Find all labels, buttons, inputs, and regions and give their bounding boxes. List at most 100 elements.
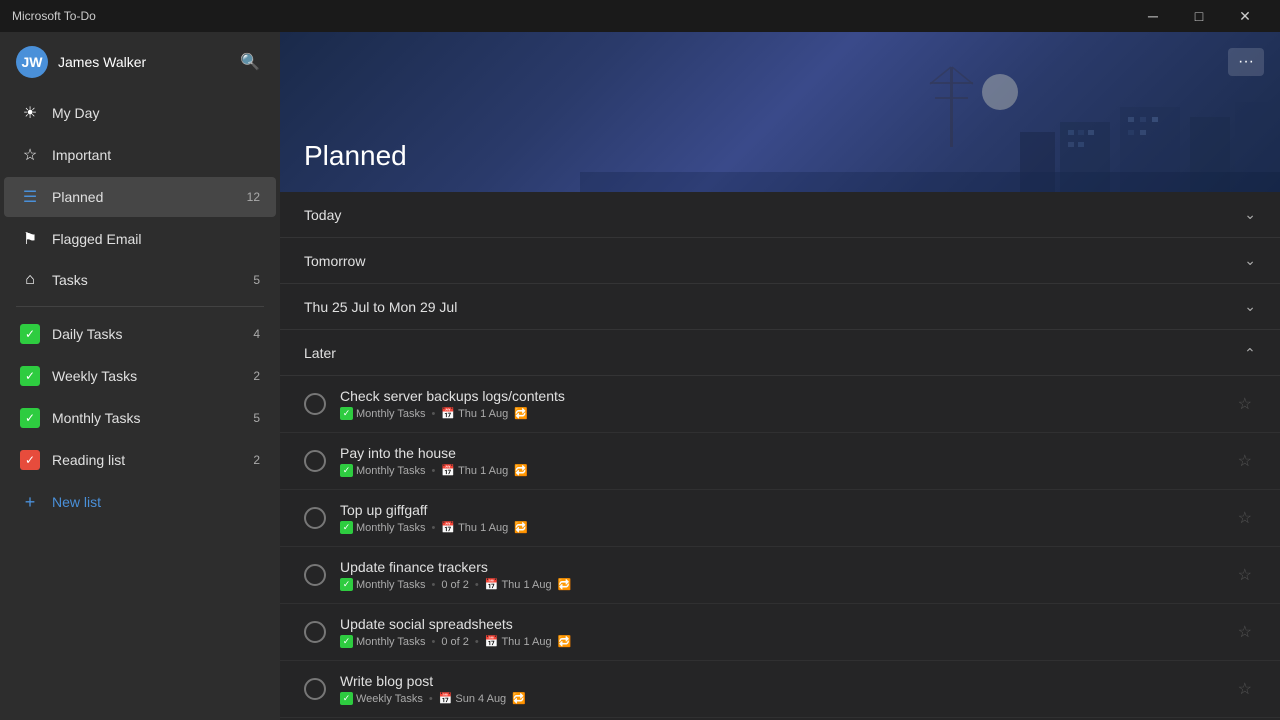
nav-label: Tasks <box>52 272 228 288</box>
star-button[interactable]: ☆ <box>1234 504 1256 532</box>
task-info: Pay into the house ✓ Monthly Tasks • 📅 T… <box>340 445 1220 477</box>
task-meta: ✓ Monthly Tasks • 0 of 2 • 📅 Thu 1 Aug 🔁 <box>340 578 1220 591</box>
section-tomorrow[interactable]: Tomorrow ⌄ <box>280 238 1280 284</box>
task-meta: ✓ Monthly Tasks • 📅 Thu 1 Aug 🔁 <box>340 464 1220 477</box>
date-text: Thu 1 Aug <box>501 579 551 591</box>
sidebar-item-flagged-email[interactable]: ⚑ Flagged Email <box>4 219 276 259</box>
meta-dot: • <box>475 579 479 591</box>
task-info: Check server backups logs/contents ✓ Mon… <box>340 388 1220 420</box>
sidebar-item-important[interactable]: ☆ Important <box>4 135 276 175</box>
task-title: Update social spreadsheets <box>340 616 1220 632</box>
app-body: JW James Walker 🔍 ☀ My Day ☆ Important ☰… <box>0 32 1280 720</box>
task-complete-circle[interactable] <box>304 450 326 472</box>
table-row[interactable]: Update social spreadsheets ✓ Monthly Tas… <box>280 604 1280 661</box>
task-list-name: Weekly Tasks <box>356 693 423 705</box>
task-list-tag: ✓ Weekly Tasks <box>340 692 423 705</box>
window-controls: ─ □ ✕ <box>1130 0 1268 32</box>
task-title: Check server backups logs/contents <box>340 388 1220 404</box>
date-text: Thu 1 Aug <box>458 408 508 420</box>
list-name: Monthly Tasks <box>52 410 241 426</box>
section-title-tomorrow: Tomorrow <box>304 253 1244 269</box>
task-complete-circle[interactable] <box>304 564 326 586</box>
list-check-icon: ✓ <box>340 464 353 477</box>
sidebar-item-my-day[interactable]: ☀ My Day <box>4 93 276 133</box>
table-row[interactable]: Top up giffgaff ✓ Monthly Tasks • 📅 Thu … <box>280 490 1280 547</box>
task-meta: ✓ Monthly Tasks • 📅 Thu 1 Aug 🔁 <box>340 407 1220 420</box>
task-date: 📅 Sun 4 Aug <box>439 692 506 705</box>
chevron-later-icon: ⌄ <box>1244 344 1256 361</box>
date-text: Thu 1 Aug <box>458 522 508 534</box>
divider <box>16 306 264 307</box>
star-button[interactable]: ☆ <box>1234 447 1256 475</box>
list-check-icon: ✓ <box>340 692 353 705</box>
calendar-icon: 📅 <box>485 578 499 591</box>
task-date: 📅 Thu 1 Aug <box>441 521 508 534</box>
task-date: 📅 Thu 1 Aug <box>485 578 552 591</box>
task-complete-circle[interactable] <box>304 621 326 643</box>
list-item-daily-tasks[interactable]: ✓ Daily Tasks 4 <box>4 314 276 354</box>
task-complete-circle[interactable] <box>304 507 326 529</box>
repeat-icon: 🔁 <box>512 692 526 705</box>
minimize-button[interactable]: ─ <box>1130 0 1176 32</box>
star-button[interactable]: ☆ <box>1234 675 1256 703</box>
task-title: Write blog post <box>340 673 1220 689</box>
calendar-icon: 📅 <box>485 635 499 648</box>
tasks-badge: 5 <box>240 273 260 287</box>
section-later[interactable]: Later ⌄ <box>280 330 1280 376</box>
avatar[interactable]: JW <box>16 46 48 78</box>
more-options-button[interactable]: ··· <box>1228 48 1264 76</box>
section-thu-mon[interactable]: Thu 25 Jul to Mon 29 Jul ⌄ <box>280 284 1280 330</box>
task-info: Top up giffgaff ✓ Monthly Tasks • 📅 Thu … <box>340 502 1220 534</box>
table-row[interactable]: Write blog post ✓ Weekly Tasks • 📅 Sun 4… <box>280 661 1280 718</box>
task-title: Update finance trackers <box>340 559 1220 575</box>
calendar-icon: 📅 <box>441 464 455 477</box>
list-item-monthly-tasks[interactable]: ✓ Monthly Tasks 5 <box>4 398 276 438</box>
star-button[interactable]: ☆ <box>1234 390 1256 418</box>
main-content: Planned ··· Today ⌄ Tomorrow ⌄ Thu 25 Ju… <box>280 32 1280 720</box>
list-item-weekly-tasks[interactable]: ✓ Weekly Tasks 2 <box>4 356 276 396</box>
list-item-reading-list[interactable]: ✓ Reading list 2 <box>4 440 276 480</box>
task-list-tag: ✓ Monthly Tasks <box>340 407 426 420</box>
sidebar: JW James Walker 🔍 ☀ My Day ☆ Important ☰… <box>0 32 280 720</box>
star-icon: ☆ <box>20 145 40 165</box>
task-complete-circle[interactable] <box>304 393 326 415</box>
sidebar-item-tasks[interactable]: ⌂ Tasks 5 <box>4 261 276 299</box>
list-name: Reading list <box>52 452 241 468</box>
task-date: 📅 Thu 1 Aug <box>441 407 508 420</box>
list-count: 4 <box>253 327 260 341</box>
list-count: 2 <box>253 453 260 467</box>
chevron-today-icon: ⌄ <box>1244 206 1256 223</box>
meta-dot: • <box>432 636 436 648</box>
titlebar: Microsoft To-Do ─ □ ✕ <box>0 0 1280 32</box>
meta-dot: • <box>429 693 433 705</box>
flag-icon: ⚑ <box>20 229 40 249</box>
task-info: Update finance trackers ✓ Monthly Tasks … <box>340 559 1220 591</box>
new-list-button[interactable]: + New list <box>4 482 276 522</box>
close-button[interactable]: ✕ <box>1222 0 1268 32</box>
task-complete-circle[interactable] <box>304 678 326 700</box>
table-row[interactable]: Check server backups logs/contents ✓ Mon… <box>280 376 1280 433</box>
meta-dot: • <box>475 636 479 648</box>
nav-label: Planned <box>52 189 228 205</box>
task-list-area: Today ⌄ Tomorrow ⌄ Thu 25 Jul to Mon 29 … <box>280 192 1280 720</box>
search-button[interactable]: 🔍 <box>236 48 264 76</box>
task-list-tag: ✓ Monthly Tasks <box>340 635 426 648</box>
nav-label: Flagged Email <box>52 231 260 247</box>
cityscape-graphic <box>580 62 1280 192</box>
star-button[interactable]: ☆ <box>1234 561 1256 589</box>
date-text: Sun 4 Aug <box>455 693 506 705</box>
sidebar-item-planned[interactable]: ☰ Planned 12 <box>4 177 276 217</box>
section-today[interactable]: Today ⌄ <box>280 192 1280 238</box>
task-list-tag: ✓ Monthly Tasks <box>340 464 426 477</box>
task-info: Write blog post ✓ Weekly Tasks • 📅 Sun 4… <box>340 673 1220 705</box>
chevron-thu-mon-icon: ⌄ <box>1244 298 1256 315</box>
planned-badge: 12 <box>240 190 260 204</box>
star-button[interactable]: ☆ <box>1234 618 1256 646</box>
plus-icon: + <box>20 492 40 512</box>
list-name: Daily Tasks <box>52 326 241 342</box>
list-count: 2 <box>253 369 260 383</box>
calendar-icon: 📅 <box>441 407 455 420</box>
table-row[interactable]: Update finance trackers ✓ Monthly Tasks … <box>280 547 1280 604</box>
table-row[interactable]: Pay into the house ✓ Monthly Tasks • 📅 T… <box>280 433 1280 490</box>
maximize-button[interactable]: □ <box>1176 0 1222 32</box>
